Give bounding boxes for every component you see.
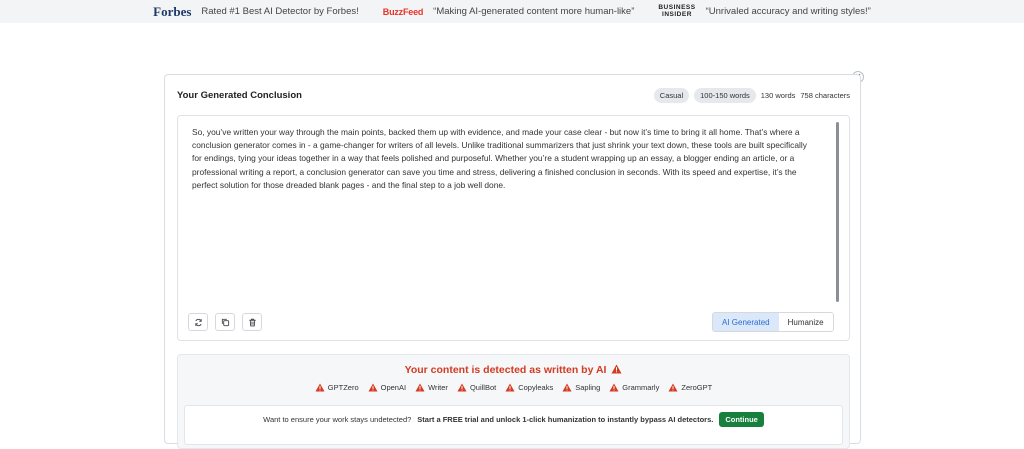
copy-button[interactable]	[215, 313, 235, 331]
warning-icon	[505, 383, 515, 392]
press-bar: Forbes Rated #1 Best AI Detector by Forb…	[0, 0, 1024, 23]
output-mode-toggle: AI Generated Humanize	[712, 312, 834, 332]
cta-strong: Start a FREE trial and unlock 1-click hu…	[417, 415, 714, 424]
detector-name: QuillBot	[469, 383, 497, 392]
detector-name: ZeroGPT	[681, 383, 713, 392]
cta-box: Want to ensure your work stays undetecte…	[184, 405, 843, 445]
scrollbar[interactable]	[836, 122, 839, 302]
humanize-tab[interactable]: Humanize	[778, 313, 833, 331]
detection-panel: Your content is detected as written by A…	[177, 354, 850, 449]
continue-button[interactable]: Continue	[719, 412, 764, 427]
detector-item: QuillBot	[457, 383, 496, 392]
regenerate-button[interactable]	[188, 313, 208, 331]
detector-item: Writer	[415, 383, 448, 392]
trash-icon	[248, 318, 256, 326]
warning-icon	[668, 383, 678, 392]
detector-name: GPTZero	[327, 383, 359, 392]
refresh-icon	[194, 318, 202, 326]
warning-icon	[415, 383, 425, 392]
ai-generated-tab[interactable]: AI Generated	[713, 313, 779, 331]
warning-icon	[368, 383, 378, 392]
cta-prefix: Want to ensure your work stays undetecte…	[263, 415, 412, 424]
press-item-business-insider: BUSINESS INSIDER “Unrivaled accuracy and…	[658, 4, 871, 18]
card-header: Your Generated Conclusion Casual 100-150…	[177, 87, 850, 103]
detector-item: Grammarly	[609, 383, 659, 392]
detector-list: GPTZero OpenAI Writer QuillBot Copyleaks Sapl…	[178, 383, 849, 392]
tone-badge: Casual	[653, 87, 690, 103]
detector-item: Sapling	[562, 383, 600, 392]
detector-item: OpenAI	[368, 383, 406, 392]
detector-name: OpenAI	[380, 383, 407, 392]
delete-button[interactable]	[242, 313, 262, 331]
detector-name: Grammarly	[622, 383, 660, 392]
warning-icon	[457, 383, 467, 392]
detector-name: Sapling	[575, 383, 601, 392]
warning-icon	[562, 383, 572, 392]
press-item-buzzfeed: BuzzFeed “Making AI-generated content mo…	[383, 6, 635, 17]
cta-line: Want to ensure your work stays undetecte…	[185, 412, 842, 427]
conclusion-card: Your Generated Conclusion Casual 100-150…	[164, 74, 861, 449]
warning-icon	[315, 383, 325, 392]
business-insider-logo: BUSINESS INSIDER	[658, 4, 695, 18]
detector-item: ZeroGPT	[668, 383, 712, 392]
word-count: 130 words	[760, 90, 796, 100]
detector-name: Copyleaks	[518, 383, 554, 392]
press-quote: “Unrivaled accuracy and writing styles!”	[705, 6, 871, 17]
logo-line: INSIDER	[662, 10, 692, 18]
buzzfeed-logo: BuzzFeed	[382, 6, 424, 17]
warning-icon	[609, 383, 619, 392]
length-badge: 100-150 words	[694, 87, 756, 103]
char-count: 758 characters	[800, 90, 850, 100]
generated-text: So, you’ve written your way through the …	[192, 127, 807, 190]
detection-title: Your content is detected as written by A…	[178, 364, 849, 376]
card-title: Your Generated Conclusion	[177, 89, 302, 101]
forbes-logo: Forbes	[153, 3, 192, 19]
warning-icon	[611, 364, 622, 374]
meta-info: Casual 100-150 words 130 words 758 chara…	[653, 87, 850, 103]
output-text-box[interactable]: So, you’ve written your way through the …	[177, 115, 850, 341]
copy-icon	[221, 318, 229, 326]
press-item-forbes: Forbes Rated #1 Best AI Detector by Forb…	[153, 4, 359, 20]
detector-item: GPTZero	[315, 383, 359, 392]
detection-title-text: Your content is detected as written by A…	[404, 364, 607, 376]
detector-name: Writer	[428, 383, 448, 392]
press-quote: “Making AI-generated content more human-…	[433, 6, 635, 17]
detector-item: Copyleaks	[505, 383, 553, 392]
press-quote: Rated #1 Best AI Detector by Forbes!	[201, 6, 359, 17]
